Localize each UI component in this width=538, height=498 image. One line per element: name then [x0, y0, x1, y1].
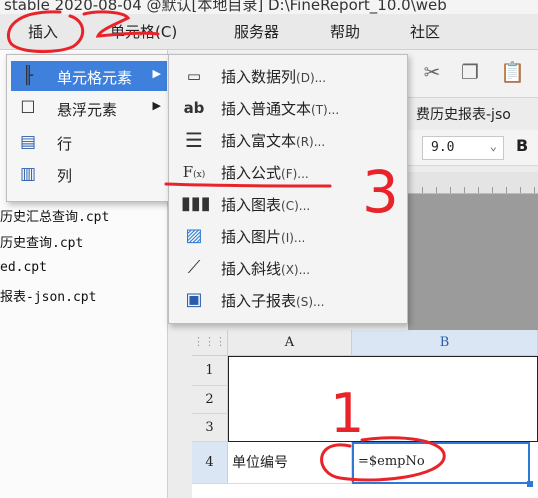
app-window: stable 2020-08-04 @默认[本地目录] D:\FineRepor…: [0, 0, 538, 498]
formula-icon: F(x): [182, 163, 206, 181]
float-box-icon: ☐: [20, 98, 36, 118]
font-size-select[interactable]: 9.0 ⌄: [422, 136, 504, 160]
menu-item-float-element[interactable]: ☐ 悬浮元素 ▶: [11, 93, 167, 123]
cell-a4-text: 单位编号: [232, 455, 288, 471]
column-icon: ▥: [19, 164, 37, 184]
canvas-background: [408, 194, 538, 330]
menu-insert[interactable]: 插入: [28, 21, 58, 42]
menu-item-cell-element[interactable]: ╟ 单元格元素 ▶: [11, 61, 167, 91]
menu-item-insert-sub-report[interactable]: ▣ 插入子报表(S)...: [173, 285, 405, 315]
menu-item-label: 插入公式(F)...: [221, 164, 309, 182]
menu-help[interactable]: 帮助: [330, 21, 360, 42]
grid-corner[interactable]: ⋮⋮⋮: [192, 330, 228, 356]
menu-item-label: 插入数据列(D)...: [221, 68, 327, 86]
menu-item-insert-rich-text[interactable]: ☰ 插入富文本(R)...: [173, 125, 405, 155]
menu-item-insert-plain-text[interactable]: ab 插入普通文本(T)...: [173, 93, 405, 123]
font-size-value: 9.0: [431, 140, 455, 155]
data-column-icon: ▭: [186, 67, 202, 85]
chevron-down-icon: ⌄: [489, 139, 497, 153]
window-title: stable 2020-08-04 @默认[本地目录] D:\FineRepor…: [4, 0, 447, 14]
menu-bar: 插入 单元格(C) 服务器 帮助 社区: [0, 14, 538, 50]
sub-report-icon: ▣: [185, 289, 203, 310]
plain-text-icon: ab: [183, 99, 205, 117]
menu-item-label: 行: [57, 135, 73, 153]
file-item[interactable]: 报表-json.cpt: [0, 286, 96, 305]
title-bar: stable 2020-08-04 @默认[本地目录] D:\FineRepor…: [0, 0, 538, 14]
copy-icon[interactable]: ❐: [458, 60, 482, 84]
chart-icon: ▮▮▮: [181, 193, 211, 214]
menu-item-insert-slash[interactable]: ⟋ 插入斜线(X)...: [173, 253, 405, 283]
menu-item-insert-picture[interactable]: ▨ 插入图片(I)...: [173, 221, 405, 251]
file-item[interactable]: 历史汇总查询.cpt: [0, 206, 109, 225]
cell-a4[interactable]: 单位编号: [228, 442, 352, 484]
cell-b4[interactable]: =$empNo: [352, 442, 530, 484]
chevron-right-icon: ▶: [152, 67, 161, 80]
cut-icon[interactable]: ✂: [420, 60, 444, 84]
row-header-4[interactable]: 4: [192, 442, 228, 484]
chevron-right-icon: ▶: [152, 99, 161, 112]
paste-icon[interactable]: 📋: [500, 60, 525, 84]
row-icon: ▤: [19, 132, 37, 152]
menu-item-label: 插入富文本(R)...: [221, 132, 326, 150]
column-header-b[interactable]: B: [352, 330, 538, 356]
row-header-1[interactable]: 1: [192, 356, 228, 386]
row-header-3[interactable]: 3: [192, 414, 228, 442]
rich-text-icon: ☰: [185, 128, 203, 152]
report-grid: ⋮⋮⋮ A B 1 2 3 4 单位编号 =$empNo: [192, 330, 538, 498]
menu-item-column[interactable]: ▥ 列: [11, 159, 167, 189]
picture-icon: ▨: [185, 225, 203, 246]
cell-b4-formula: =$empNo: [358, 454, 425, 469]
menu-item-label: 插入图片(I)...: [221, 228, 306, 246]
menu-cell[interactable]: 单元格(C): [110, 21, 177, 42]
report-tab[interactable]: 费历史报表-jso: [416, 104, 511, 124]
column-header-a[interactable]: A: [228, 330, 352, 356]
menu-server[interactable]: 服务器: [234, 21, 279, 42]
file-item[interactable]: 历史查询.cpt: [0, 232, 83, 251]
merged-title-cell[interactable]: [228, 356, 538, 442]
resize-handle[interactable]: [527, 481, 533, 487]
bold-button[interactable]: B: [516, 136, 528, 155]
insert-menu: ╟ 单元格元素 ▶ ☐ 悬浮元素 ▶ ▤ 行 ▥ 列: [6, 54, 170, 202]
menu-item-insert-chart[interactable]: ▮▮▮ 插入图表(C)...: [173, 189, 405, 219]
ruler: [408, 172, 538, 194]
menu-item-label: 插入普通文本(T)...: [221, 100, 340, 118]
grid-cursor-icon: ╟: [22, 66, 34, 86]
menu-item-label: 插入图表(C)...: [221, 196, 311, 214]
slash-line-icon: ⟋: [187, 257, 201, 278]
menu-item-label: 列: [57, 167, 73, 185]
menu-item-label: 悬浮元素: [57, 101, 118, 119]
menu-item-label: 单元格元素: [57, 69, 133, 87]
row-header-2[interactable]: 2: [192, 386, 228, 414]
menu-item-insert-formula[interactable]: F(x) 插入公式(F)...: [173, 157, 405, 187]
menu-community[interactable]: 社区: [410, 21, 440, 42]
menu-item-insert-data-column[interactable]: ▭ 插入数据列(D)...: [173, 61, 405, 91]
file-item[interactable]: ed.cpt: [0, 260, 47, 275]
menu-item-row[interactable]: ▤ 行: [11, 127, 167, 157]
menu-item-label: 插入子报表(S)...: [221, 292, 325, 310]
menu-item-label: 插入斜线(X)...: [221, 260, 311, 278]
cell-element-submenu: ▭ 插入数据列(D)... ab 插入普通文本(T)... ☰ 插入富文本(R)…: [168, 54, 408, 324]
